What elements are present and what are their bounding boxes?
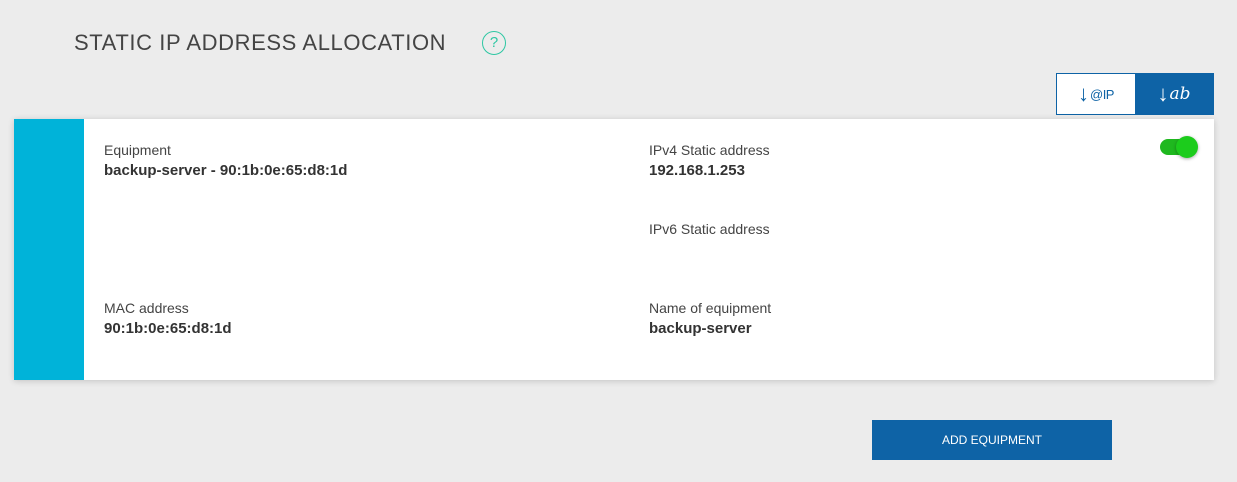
sort-by-ip-label: @IP bbox=[1090, 86, 1114, 102]
ipv4-field: IPv4 Static address 192.168.1.253 bbox=[649, 141, 770, 181]
card-body: Equipment backup-server - 90:1b:0e:65:d8… bbox=[84, 119, 1214, 380]
sort-by-name-label: ab bbox=[1169, 84, 1191, 104]
ipv4-label: IPv4 Static address bbox=[649, 142, 770, 158]
mac-address-value: 90:1b:0e:65:d8:1d bbox=[104, 320, 232, 337]
equipment-value: backup-server - 90:1b:0e:65:d8:1d bbox=[104, 162, 348, 179]
page-title: STATIC IP ADDRESS ALLOCATION bbox=[74, 30, 447, 55]
add-equipment-button[interactable]: ADD EQUIPMENT bbox=[872, 420, 1112, 460]
ipv6-label: IPv6 Static address bbox=[649, 221, 770, 237]
equipment-name-label: Name of equipment bbox=[649, 300, 772, 316]
mac-address-label: MAC address bbox=[104, 300, 189, 316]
equipment-name-field: Name of equipment backup-server bbox=[649, 299, 771, 339]
toggle-knob bbox=[1176, 136, 1198, 158]
mac-address-field: MAC address 90:1b:0e:65:d8:1d bbox=[104, 299, 232, 339]
equipment-label: Equipment bbox=[104, 142, 171, 158]
ipv6-field: IPv6 Static address bbox=[649, 220, 770, 240]
equipment-name-value: backup-server bbox=[649, 320, 752, 337]
ipv4-value: 192.168.1.253 bbox=[649, 162, 745, 179]
question-mark-icon[interactable]: ? bbox=[482, 31, 506, 55]
sort-toggle-group: ↓ @IP ↓ ab bbox=[1056, 73, 1214, 115]
sort-by-name-button[interactable]: ↓ ab bbox=[1135, 74, 1213, 114]
equipment-field: Equipment backup-server - 90:1b:0e:65:d8… bbox=[104, 141, 347, 181]
enable-toggle[interactable] bbox=[1160, 136, 1198, 158]
card-status-stripe bbox=[14, 119, 84, 380]
equipment-card: Equipment backup-server - 90:1b:0e:65:d8… bbox=[14, 119, 1214, 380]
sort-by-ip-button[interactable]: ↓ @IP bbox=[1057, 74, 1135, 114]
arrow-down-icon: ↓ bbox=[1078, 81, 1089, 106]
arrow-down-icon: ↓ bbox=[1157, 81, 1169, 106]
